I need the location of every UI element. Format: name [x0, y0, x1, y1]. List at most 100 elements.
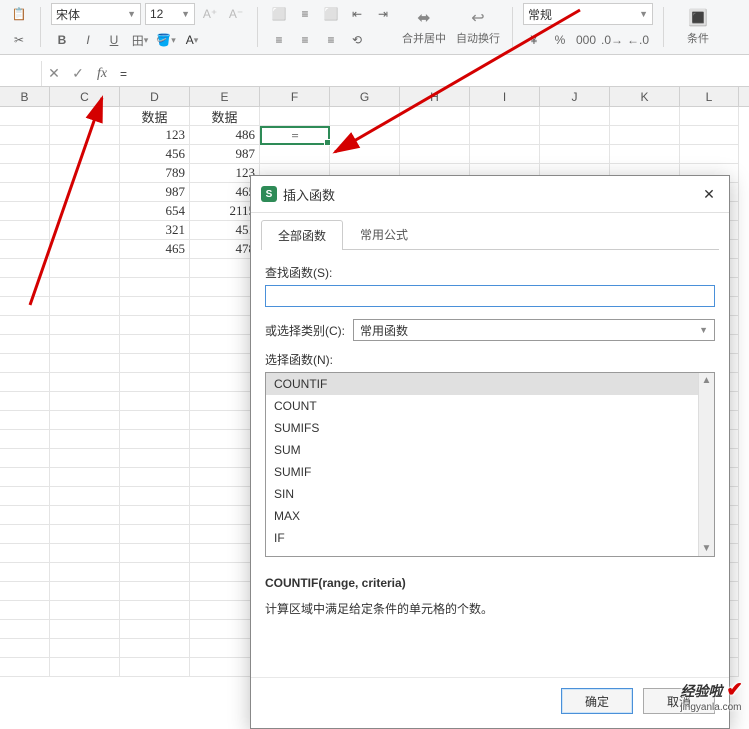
cell[interactable] [540, 145, 610, 164]
cell[interactable] [50, 563, 120, 582]
function-list-item[interactable]: COUNT [266, 395, 714, 417]
cell[interactable] [120, 392, 190, 411]
scroll-down-icon[interactable]: ▼ [702, 543, 712, 554]
cell[interactable] [50, 658, 120, 677]
cell[interactable] [610, 145, 680, 164]
cell[interactable] [0, 316, 50, 335]
cell[interactable] [0, 107, 50, 126]
scroll-up-icon[interactable]: ▲ [702, 375, 712, 386]
tab-common-formulas[interactable]: 常用公式 [343, 219, 425, 249]
function-list-item[interactable]: MAX [266, 505, 714, 527]
cell[interactable]: 456 [120, 145, 190, 164]
cell[interactable]: = [260, 126, 330, 145]
tab-all-functions[interactable]: 全部函数 [261, 220, 343, 250]
column-header[interactable]: G [330, 87, 400, 106]
cell[interactable] [0, 183, 50, 202]
cell[interactable]: 465 [120, 240, 190, 259]
cell[interactable]: 数据 [120, 107, 190, 126]
cell[interactable] [330, 126, 400, 145]
cell[interactable] [50, 506, 120, 525]
cell[interactable] [50, 316, 120, 335]
column-header[interactable]: J [540, 87, 610, 106]
cell[interactable] [50, 335, 120, 354]
cell[interactable] [400, 107, 470, 126]
cell[interactable] [120, 468, 190, 487]
cell[interactable] [680, 107, 739, 126]
cell[interactable] [50, 145, 120, 164]
cell[interactable]: 987 [190, 145, 260, 164]
function-list-item[interactable]: SUMIF [266, 461, 714, 483]
function-list-item[interactable]: SUM [266, 439, 714, 461]
cell[interactable] [120, 506, 190, 525]
italic-button[interactable]: I [77, 29, 99, 51]
cell[interactable] [0, 335, 50, 354]
cell[interactable] [50, 107, 120, 126]
cell[interactable] [50, 582, 120, 601]
align-left-icon[interactable]: ≡ [268, 29, 290, 51]
increase-font-icon[interactable]: A⁺ [199, 3, 221, 25]
column-header[interactable]: I [470, 87, 540, 106]
function-list-item[interactable]: SUMIFS [266, 417, 714, 439]
cell[interactable] [0, 392, 50, 411]
cell[interactable] [120, 354, 190, 373]
underline-button[interactable]: U [103, 29, 125, 51]
cell[interactable] [50, 468, 120, 487]
cell[interactable] [680, 126, 739, 145]
cell[interactable] [610, 126, 680, 145]
cell[interactable] [120, 316, 190, 335]
border-icon[interactable]: 田▾ [129, 29, 151, 51]
name-box[interactable] [0, 61, 42, 86]
cell[interactable]: 987 [120, 183, 190, 202]
align-middle-icon[interactable]: ≡ [294, 3, 316, 25]
cell[interactable]: 789 [120, 164, 190, 183]
cell[interactable] [120, 658, 190, 677]
cell[interactable] [50, 202, 120, 221]
scrollbar[interactable]: ▲ ▼ [698, 373, 714, 556]
close-button[interactable]: ✕ [699, 184, 719, 204]
font-name-select[interactable]: 宋体 ▼ [51, 3, 141, 25]
cell[interactable] [610, 107, 680, 126]
column-header[interactable]: E [190, 87, 260, 106]
increase-decimal-icon[interactable]: .0→ [601, 29, 623, 51]
cell[interactable] [260, 145, 330, 164]
cell[interactable] [330, 107, 400, 126]
cell[interactable] [120, 297, 190, 316]
cell[interactable] [50, 525, 120, 544]
cell[interactable] [120, 411, 190, 430]
cell[interactable] [50, 601, 120, 620]
orientation-icon[interactable]: ⟲ [346, 29, 368, 51]
cell[interactable] [0, 164, 50, 183]
decrease-decimal-icon[interactable]: ←.0 [627, 29, 649, 51]
cell[interactable] [50, 620, 120, 639]
font-size-select[interactable]: 12 ▼ [145, 3, 195, 25]
cell[interactable] [0, 449, 50, 468]
currency-icon[interactable]: ¥ [523, 29, 545, 51]
cell[interactable] [0, 126, 50, 145]
cell[interactable] [0, 525, 50, 544]
function-list-item[interactable]: IF [266, 527, 714, 549]
cell[interactable] [0, 259, 50, 278]
cell[interactable] [0, 544, 50, 563]
font-color-icon[interactable]: A▾ [181, 29, 203, 51]
cell[interactable] [540, 126, 610, 145]
indent-decrease-icon[interactable]: ⇤ [346, 3, 368, 25]
cell[interactable] [0, 506, 50, 525]
cell[interactable] [50, 354, 120, 373]
merge-center-button[interactable]: ⬌ 合并居中 [400, 4, 448, 50]
cell[interactable] [0, 411, 50, 430]
cell[interactable] [0, 639, 50, 658]
cancel-formula-icon[interactable]: ✕ [42, 61, 66, 86]
column-header[interactable]: D [120, 87, 190, 106]
cell[interactable]: 654 [120, 202, 190, 221]
cell[interactable] [470, 107, 540, 126]
column-header[interactable]: F [260, 87, 330, 106]
cell[interactable] [120, 373, 190, 392]
cell[interactable] [120, 601, 190, 620]
cell[interactable] [0, 221, 50, 240]
cell[interactable] [470, 145, 540, 164]
comma-style-icon[interactable]: 000 [575, 29, 597, 51]
cell[interactable] [0, 240, 50, 259]
function-list-item[interactable]: COUNTIF [266, 373, 714, 395]
paste-icon[interactable]: 📋 [8, 3, 30, 25]
bold-button[interactable]: B [51, 29, 73, 51]
